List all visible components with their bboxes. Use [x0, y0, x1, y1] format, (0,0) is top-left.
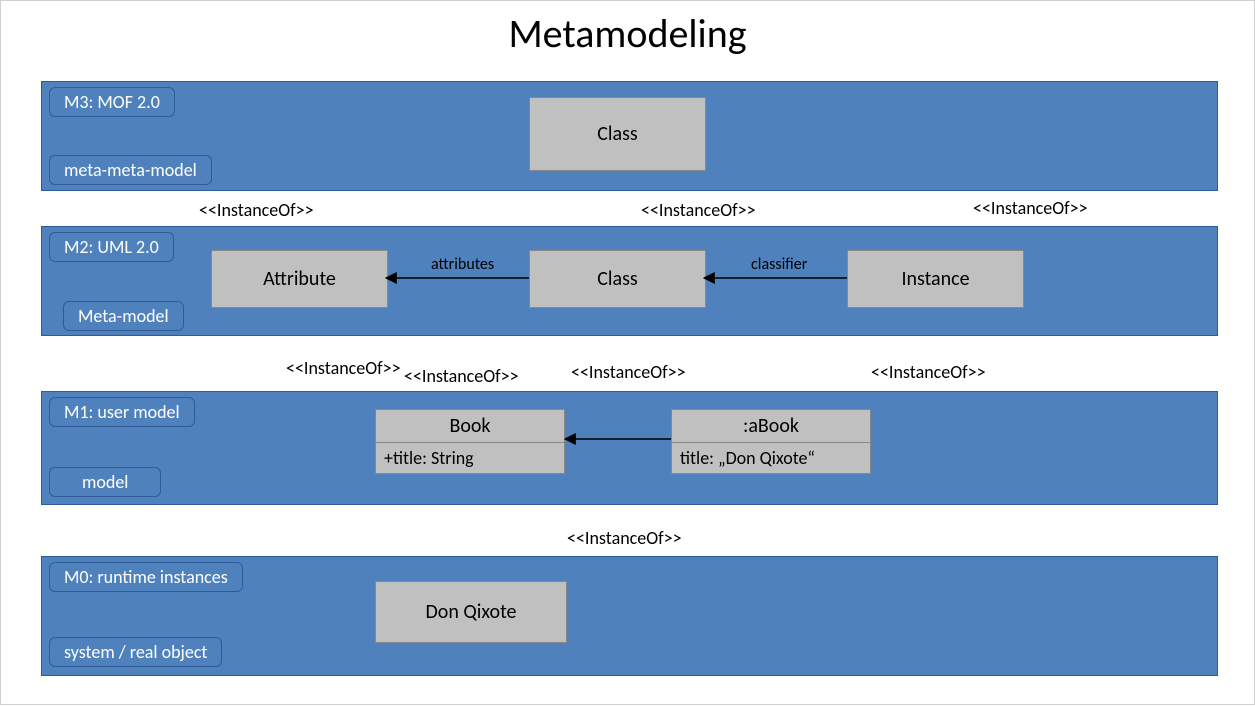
- tag-m3-level: M3: MOF 2.0: [49, 87, 175, 117]
- edge-label-classifier: classifier: [751, 255, 807, 274]
- tag-m2-level: M2: UML 2.0: [49, 232, 174, 262]
- edge-label-attributes: attributes: [431, 255, 494, 274]
- node-m1-book: Book +title: String: [375, 409, 565, 474]
- tag-m1-role: model: [49, 467, 161, 497]
- node-m1-abook: :aBook title: „Don Qixote“: [671, 409, 871, 474]
- tag-m3-role: meta-meta-model: [49, 155, 212, 185]
- node-m2-attribute: Attribute: [211, 250, 388, 308]
- node-m1-abook-name: :aBook: [672, 410, 870, 443]
- tag-m0-level: M0: runtime instances: [49, 562, 243, 592]
- node-m3-class: Class: [529, 97, 706, 171]
- diagram-title: Metamodeling: [1, 9, 1254, 58]
- diagram-canvas: Metamodeling M3: MOF 2.0 meta-meta-model…: [0, 0, 1255, 705]
- node-m1-book-attr: +title: String: [376, 443, 564, 473]
- stereotype-m2-c: <<InstanceOf>>: [571, 361, 686, 383]
- node-m0-object: Don Qixote: [375, 581, 567, 643]
- stereotype-m3-left: <<InstanceOf>>: [199, 199, 314, 221]
- tag-m2-role: Meta-model: [63, 301, 184, 331]
- tag-m1-level: M1: user model: [49, 397, 195, 427]
- stereotype-m2-a: <<InstanceOf>>: [286, 357, 401, 379]
- node-m2-instance: Instance: [847, 250, 1024, 308]
- layer-m1: [41, 391, 1218, 505]
- node-m1-book-name: Book: [376, 410, 564, 443]
- stereotype-m3-right: <<InstanceOf>>: [973, 197, 1088, 219]
- node-m1-abook-slot: title: „Don Qixote“: [672, 443, 870, 473]
- stereotype-m3-center: <<InstanceOf>>: [641, 199, 756, 221]
- stereotype-m2-d: <<InstanceOf>>: [871, 361, 986, 383]
- node-m2-class: Class: [529, 250, 706, 308]
- stereotype-m1: <<InstanceOf>>: [567, 527, 682, 549]
- stereotype-m2-b: <<InstanceOf>>: [404, 365, 519, 387]
- tag-m0-role: system / real object: [49, 637, 222, 667]
